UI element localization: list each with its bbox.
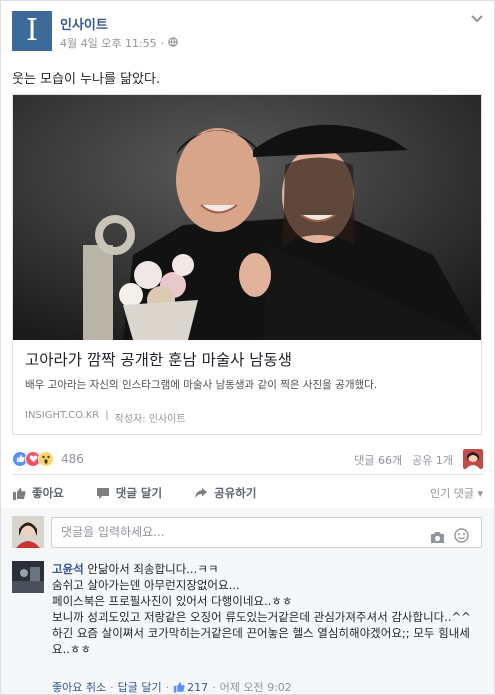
link-foot-separator: | — [105, 410, 109, 421]
comment-label: 댓글 달기 — [115, 486, 163, 500]
link-author[interactable]: 작성자: 인사이트 — [115, 410, 186, 425]
unlike-button[interactable]: 좋아요 취소 — [52, 679, 106, 695]
chevron-down-icon[interactable] — [470, 13, 484, 28]
share-icon — [195, 487, 208, 498]
comment-text-3: 페이스북은 프로필사진이 있어서 다행이네요..ㅎㅎ — [52, 594, 293, 608]
post-actions: 좋아요 댓글 달기 공유하기 인기 댓글 ▾ — [12, 483, 483, 503]
link-photo[interactable] — [13, 95, 481, 340]
divider — [12, 474, 483, 475]
wow-icon — [38, 451, 54, 467]
share-count[interactable]: 공유 1개 — [412, 452, 453, 468]
comment-text-2: 숨쉬고 살아가는덴 아무런지장없어요... — [52, 578, 240, 592]
comment-text-5: 하긴 요즘 살이쪄서 코가막히는거같은데 끈어놓은 헬스 열심히해야겠어요;; … — [52, 626, 470, 656]
comment-input[interactable]: 댓글을 입력하세요... — [51, 517, 482, 548]
engagement-counts: 댓글 66개 공유 1개 — [354, 452, 453, 468]
thumbs-up-icon — [13, 487, 26, 500]
footer-dot: · — [110, 680, 114, 694]
like-button[interactable]: 좋아요 — [12, 485, 64, 501]
comments-section: 댓글을 입력하세요... 고윤석 안닮아서 죄송합니다...ㅋㅋ 숨쉬고 살아가… — [1, 508, 494, 694]
comment-likes: 217 — [187, 680, 209, 694]
link-domain: INSIGHT.CO.KR — [25, 410, 100, 421]
viewer-avatar[interactable] — [463, 449, 483, 469]
globe-icon — [168, 36, 178, 50]
comment-body: 고윤석 안닮아서 죄송합니다...ㅋㅋ 숨쉬고 살아가는덴 아무런지장없어요..… — [52, 561, 482, 657]
reaction-count: 486 — [61, 452, 84, 466]
commenter-avatar[interactable] — [12, 561, 44, 593]
link-description: 배우 고아라는 자신의 인스타그램에 마술사 남동생과 같이 찍은 사진을 공개… — [25, 379, 378, 391]
comment-like-count[interactable]: 217 — [173, 681, 208, 694]
page-name-link[interactable]: 인사이트 — [60, 14, 108, 33]
meta-separator: · — [160, 36, 165, 50]
post-card: I 인사이트 4월 4일 오후 11:55 · 웃는 모습이 누나를 닮았다. — [0, 0, 495, 695]
emoji-icon[interactable] — [454, 525, 469, 554]
comment-icon — [96, 487, 109, 499]
link-title[interactable]: 고아라가 깜짝 공개한 훈남 마술사 남동생 — [25, 348, 292, 370]
like-label: 좋아요 — [32, 486, 64, 500]
comment-footer: 좋아요 취소 · 답글 달기 · 217 · 어제 오전 9:02 — [52, 679, 292, 695]
share-label: 공유하기 — [214, 486, 257, 500]
comment-line-1: 고윤석 안닮아서 죄송합니다...ㅋㅋ — [52, 561, 482, 577]
comment-sort-dropdown[interactable]: 인기 댓글 ▾ — [430, 485, 483, 501]
commenter-name[interactable]: 고윤석 — [52, 562, 84, 576]
comment-timestamp[interactable]: 어제 오전 9:02 — [220, 679, 292, 695]
comment-text-1: 안닮아서 죄송합니다...ㅋㅋ — [87, 562, 219, 576]
avatar[interactable] — [12, 516, 44, 548]
post-meta: 4월 4일 오후 11:55 · — [60, 35, 178, 51]
post-header: I 인사이트 4월 4일 오후 11:55 · — [12, 11, 484, 55]
reaction-summary[interactable]: 486 — [12, 451, 84, 467]
comment-count[interactable]: 댓글 66개 — [354, 452, 402, 468]
link-preview[interactable]: 고아라가 깜짝 공개한 훈남 마술사 남동생 배우 고아라는 자신의 인스타그램… — [12, 94, 482, 435]
footer-dot: · — [212, 680, 216, 694]
page-logo[interactable]: I — [12, 11, 52, 51]
reply-button[interactable]: 답글 달기 — [118, 679, 162, 695]
reaction-stats: 486 댓글 66개 공유 1개 — [12, 449, 483, 471]
link-footer: INSIGHT.CO.KR | 작성자: 인사이트 — [25, 410, 186, 425]
comment-text-4: 보니까 성괴도있고 저랑같은 오징어 류도있는거같은데 관심가져주셔서 감사합니… — [52, 610, 471, 624]
footer-dot: · — [165, 680, 170, 694]
comment-button[interactable]: 댓글 달기 — [96, 485, 162, 501]
share-button[interactable]: 공유하기 — [194, 485, 256, 501]
post-timestamp[interactable]: 4월 4일 오후 11:55 — [60, 35, 157, 51]
post-message: 웃는 모습이 누나를 닮았다. — [12, 72, 161, 87]
camera-icon[interactable] — [430, 526, 445, 555]
thumbs-up-icon — [173, 682, 185, 693]
